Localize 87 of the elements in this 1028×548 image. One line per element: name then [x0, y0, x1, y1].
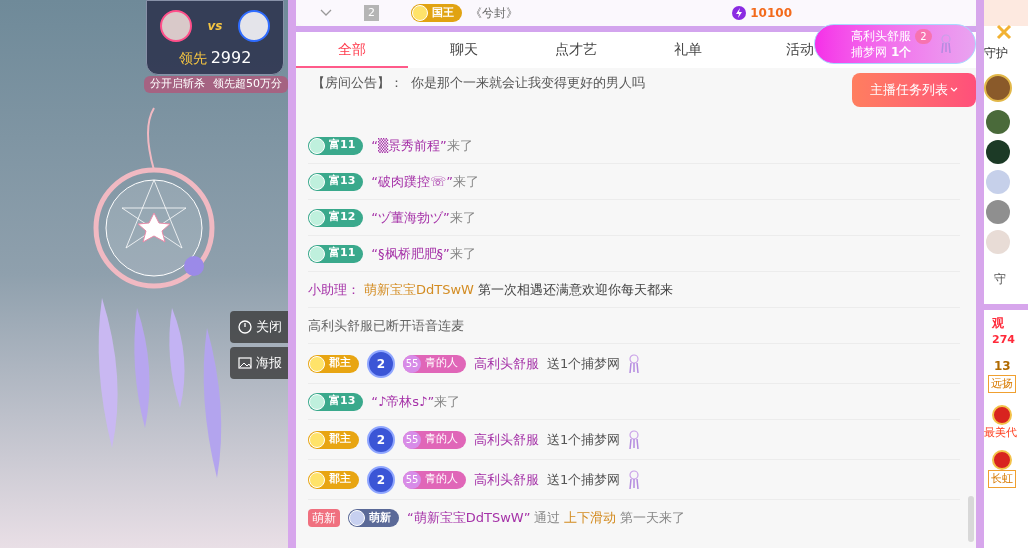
message-text: 来了: [449, 244, 476, 263]
system-message: 高利头舒服已断开语音连麦: [308, 316, 464, 335]
guard-more-label[interactable]: 守: [984, 270, 1028, 288]
lightning-icon: [732, 6, 747, 20]
star-level-badge: 2: [367, 465, 395, 494]
user-name[interactable]: “♪帝林s♪”: [371, 391, 435, 412]
title-badge: 郡主: [308, 430, 359, 449]
combo-badge: 2: [915, 28, 932, 44]
guard-tab[interactable]: 守护: [984, 44, 1028, 62]
side-banner: [984, 0, 1028, 26]
beauty-icon: [992, 405, 1012, 425]
dreamcatcher-icon: [628, 353, 641, 374]
user-name[interactable]: “萌新宝宝DdTSwW”: [407, 508, 531, 528]
message-text: 第一次相遇还满意欢迎你每天都来: [477, 280, 673, 299]
user-name[interactable]: “ヅ董海勃ヅ”: [371, 207, 450, 228]
user-name[interactable]: 高利头舒服: [474, 429, 539, 450]
title-badge: 郡主: [308, 470, 359, 489]
fan-badge: 55 青的人: [403, 354, 466, 373]
wealth-level-badge: 富13: [308, 172, 364, 191]
star-level-badge: 2: [367, 425, 395, 454]
close-icon[interactable]: [996, 24, 1012, 40]
audience-label[interactable]: 观: [984, 314, 1028, 332]
chat-tab[interactable]: 聊天: [408, 32, 520, 68]
star-level-badge: 2: [367, 349, 395, 378]
newbie-tag: 萌新: [308, 509, 340, 527]
chat-tab[interactable]: 全部: [296, 32, 408, 68]
message-text: 通过: [534, 509, 561, 528]
user-name[interactable]: “破肉蹼控☏”: [371, 171, 454, 192]
image-icon: [238, 357, 252, 369]
gift-sender: 高利头舒服: [851, 28, 912, 44]
avatar: [159, 10, 192, 42]
assistant-label: 小助理：: [308, 280, 360, 299]
user-name[interactable]: “▒景秀前程”: [371, 135, 447, 156]
streak-tag: 长虹: [988, 469, 1016, 488]
lead-score: 2992: [210, 47, 252, 69]
title-badge: 郡主: [308, 354, 359, 373]
avatar: [238, 10, 271, 42]
message-text: 送1个捕梦网: [547, 470, 621, 489]
message-text: 送1个捕梦网: [547, 354, 621, 373]
newbie-badge: 萌新: [348, 509, 399, 527]
user-name[interactable]: 高利头舒服: [474, 353, 539, 374]
rank-level: 13: [993, 357, 1012, 375]
highlight-text: 上下滑动: [564, 509, 617, 528]
user-name[interactable]: 高利头舒服: [474, 469, 539, 490]
scrollbar: [968, 496, 974, 542]
chat-tab[interactable]: 礼单: [632, 32, 744, 68]
announcement-text: 你是那个一来就会让我变得更好的男人吗: [411, 74, 645, 93]
versus-label: vs: [207, 18, 223, 35]
close-stream-button[interactable]: 关闭: [230, 311, 288, 343]
fan-badge: 55 青的人: [403, 430, 466, 449]
banner-text: 领先超50万分: [213, 76, 282, 93]
user-name: 《兮封》: [470, 5, 518, 22]
audience-count: 274: [991, 332, 1016, 348]
streak-icon: [992, 449, 1012, 470]
banner-text: 分开启斩杀: [150, 76, 205, 93]
message-text: 来了: [449, 208, 476, 227]
message-text: 来了: [434, 392, 461, 411]
rank-tag: 远扬: [988, 374, 1016, 393]
dreamcatcher-icon: [628, 429, 641, 450]
lead-label: 领先: [178, 49, 207, 68]
user-name[interactable]: “§枫桥肥肥§”: [371, 243, 450, 264]
chat-tab[interactable]: 点才艺: [520, 32, 632, 68]
wealth-level-badge: 富11: [308, 244, 364, 263]
announcement-label: 【房间公告】：: [312, 74, 403, 93]
rank-number: 2: [364, 5, 379, 21]
beauty-label: 最美代: [984, 425, 1018, 441]
message-text: 送1个捕梦网: [547, 430, 621, 449]
dreamcatcher-icon: [939, 34, 952, 54]
message-text: 来了: [446, 136, 473, 155]
guard-avatar[interactable]: [986, 140, 1010, 164]
message-text: 第一天来了: [620, 509, 686, 528]
chevron-down-icon: [950, 87, 958, 93]
wealth-level-badge: 富13: [308, 392, 364, 411]
gift-name: 捕梦网: [851, 44, 887, 60]
wealth-level-badge: 富11: [308, 136, 364, 155]
dreamcatcher-icon: [628, 469, 641, 490]
fan-badge: 55 青的人: [403, 470, 466, 489]
message-text: 来了: [453, 172, 480, 191]
points-value: 10100: [750, 5, 792, 22]
guard-badge-icon: [984, 74, 1012, 102]
power-icon: [238, 320, 252, 334]
wealth-level-badge: 富12: [308, 208, 364, 227]
king-badge: 国王: [411, 4, 462, 22]
gift-count: 1个: [891, 44, 912, 60]
chevron-down-icon[interactable]: [320, 9, 332, 17]
guard-avatar[interactable]: [986, 110, 1010, 134]
poster-button[interactable]: 海报: [230, 347, 288, 379]
